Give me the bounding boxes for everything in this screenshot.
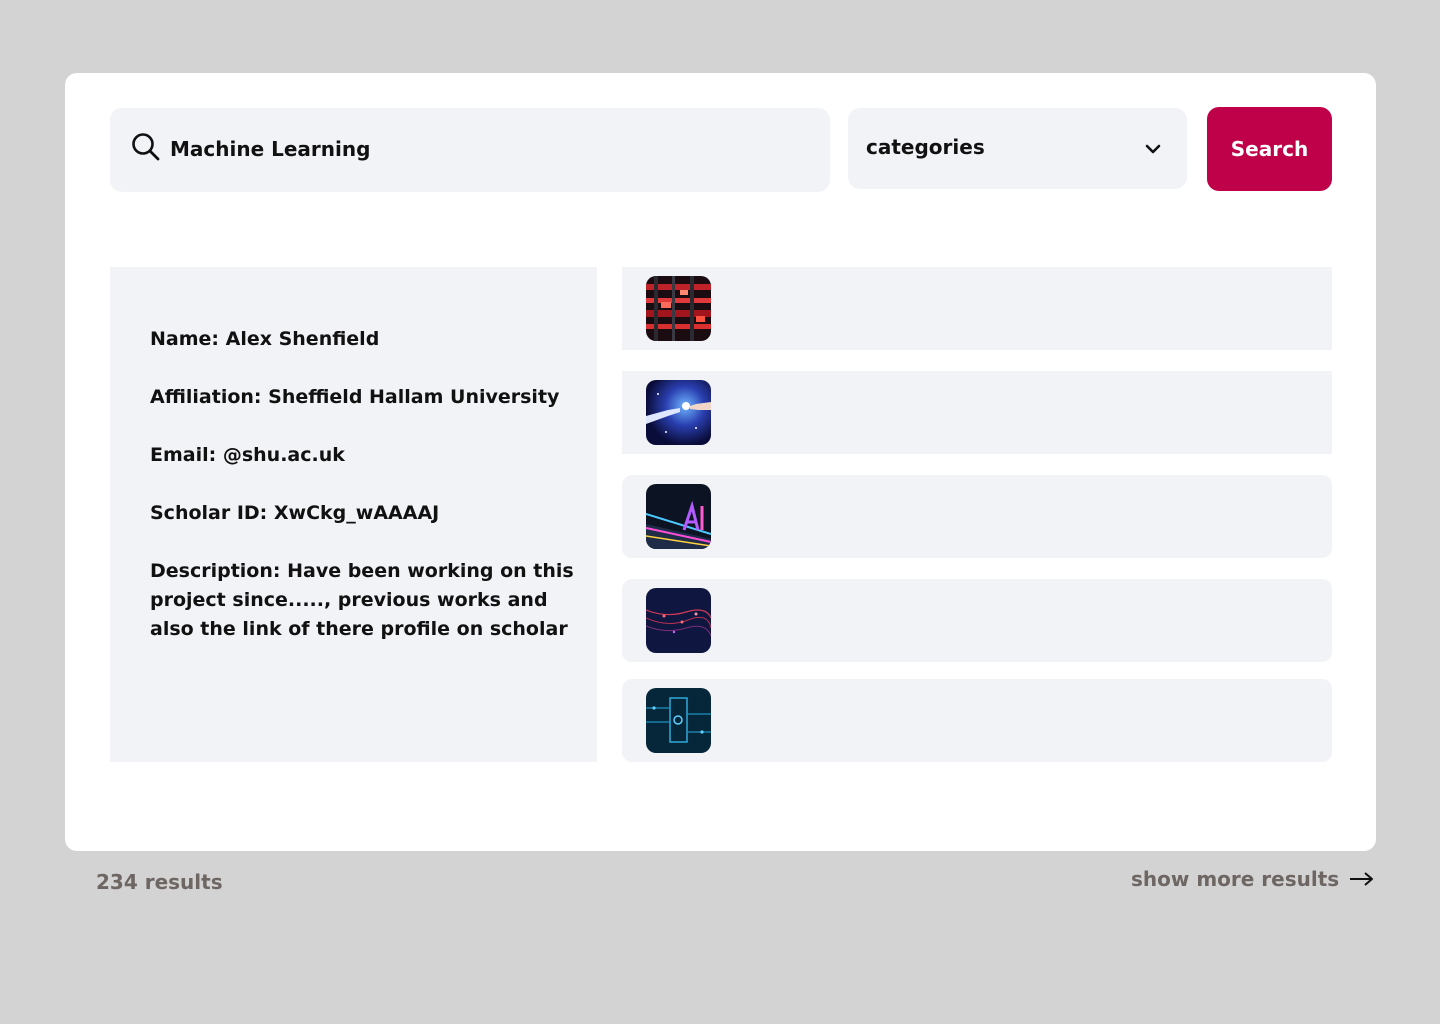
circuit-board-red-thumbnail bbox=[646, 276, 711, 341]
category-selected-label: categories bbox=[866, 135, 985, 159]
neon-ai-thumbnail bbox=[646, 484, 711, 549]
robot-hand-touch-thumbnail bbox=[646, 380, 711, 445]
results-count: 234 results bbox=[96, 870, 223, 894]
profile-name: Name: Alex Shenfield bbox=[150, 328, 380, 350]
arrow-right-icon bbox=[1350, 872, 1374, 886]
result-item[interactable] bbox=[622, 371, 1332, 454]
profile-scholar-id: Scholar ID: XwCkg_wAAAAJ bbox=[150, 502, 440, 524]
profile-panel: Name: Alex Shenfield Affiliation: Sheffi… bbox=[110, 267, 597, 762]
search-button[interactable]: Search bbox=[1207, 107, 1332, 191]
result-item[interactable] bbox=[622, 475, 1332, 558]
category-dropdown[interactable]: categories bbox=[848, 108, 1187, 189]
profile-email: Email: @shu.ac.uk bbox=[150, 444, 345, 466]
show-more-results-label: show more results bbox=[1131, 867, 1340, 891]
profile-affiliation: Affiliation: Sheffield Hallam University bbox=[150, 386, 560, 408]
search-input[interactable] bbox=[170, 129, 810, 169]
result-item[interactable] bbox=[622, 679, 1332, 762]
search-box[interactable] bbox=[110, 108, 830, 192]
search-card: categories Search Name: Alex Shenfield A… bbox=[65, 73, 1376, 851]
profile-description: Description: Have been working on this p… bbox=[150, 560, 574, 640]
result-item[interactable] bbox=[622, 267, 1332, 350]
result-item[interactable] bbox=[622, 579, 1332, 662]
chevron-down-icon bbox=[1145, 144, 1161, 154]
search-icon bbox=[132, 133, 160, 161]
show-more-results-link[interactable]: show more results bbox=[1131, 867, 1375, 891]
data-network-thumbnail bbox=[646, 588, 711, 653]
blue-circuit-thumbnail bbox=[646, 688, 711, 753]
